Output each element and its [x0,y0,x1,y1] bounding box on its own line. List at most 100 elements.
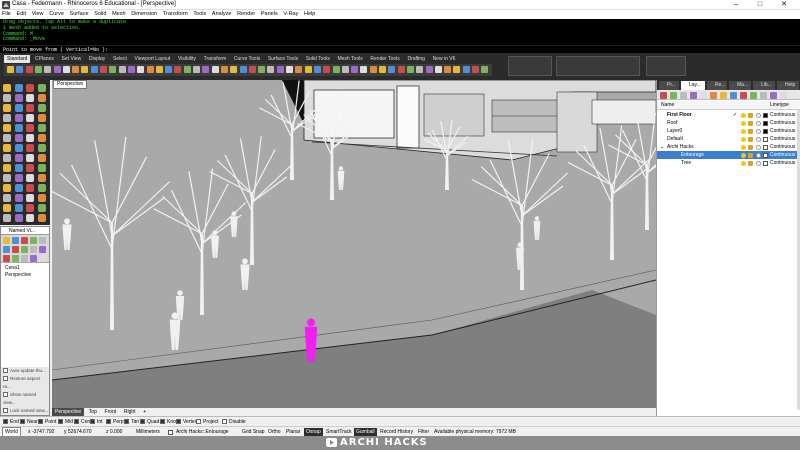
menu-mesh[interactable]: Mesh [110,10,127,19]
palette-tool-icon[interactable] [3,114,11,122]
toolbar-tool-icon[interactable] [193,66,200,73]
tab-perspective[interactable]: Perspective [52,408,85,416]
tab-render[interactable]: Re... [707,81,727,90]
layer-color-swatch[interactable] [763,112,768,118]
palette-tool-icon[interactable] [37,104,46,112]
checkbox[interactable] [3,376,8,382]
menu-file[interactable]: File [0,10,13,19]
tab-visibility[interactable]: Visibility [175,55,199,63]
palette-tool-icon[interactable] [3,184,11,192]
toggle-osnap[interactable]: Osnap [304,428,323,436]
tab-display[interactable]: Display [86,55,108,63]
lock-icon[interactable] [748,120,753,126]
tab-materials[interactable]: Ma... [729,81,751,90]
palette-tool-icon[interactable] [26,164,34,172]
palette-tool-icon[interactable] [3,144,11,152]
layer-tool-icon[interactable] [710,91,717,99]
layer-tool-icon[interactable] [720,91,727,99]
toolbar-tool-icon[interactable] [81,66,89,73]
osnap-cen[interactable]: Cen [74,418,90,426]
option-restore-aspect[interactable]: Restore aspect ra... [1,375,49,391]
tab-render-tools[interactable]: Render Tools [367,55,402,63]
lock-icon[interactable] [748,128,753,134]
palette-tool-icon[interactable] [37,94,46,102]
layer-tool-icon[interactable] [690,91,697,99]
toolbar-tool-icon[interactable] [165,66,173,73]
palette-tool-icon[interactable] [14,184,23,192]
tab-solid-tools[interactable]: Solid Tools [303,55,333,63]
toolbar-tool-icon[interactable] [7,66,14,73]
toolbar-tool-icon[interactable] [360,66,368,73]
named-view-tool-icon[interactable] [3,255,10,262]
palette-tool-icon[interactable] [26,184,34,192]
palette-tool-icon[interactable] [37,114,46,122]
layer-color-swatch[interactable] [763,136,768,142]
toolbar-tool-icon[interactable] [239,66,247,73]
palette-tool-icon[interactable] [26,134,34,142]
tab-help[interactable]: Help [777,81,799,90]
named-view-tool-icon[interactable] [39,237,46,244]
menu-dimension[interactable]: Dimension [129,10,159,19]
tab-top[interactable]: Top [86,408,100,416]
menu-vray[interactable]: V-Ray [281,10,300,19]
toolbar-tool-icon[interactable] [62,66,70,73]
material-swatch[interactable] [756,128,761,134]
checkbox[interactable] [3,419,8,425]
expand-chevron-icon[interactable]: ⌄ [660,143,664,151]
visibility-bulb-icon[interactable] [741,112,746,118]
toolbar-tool-icon[interactable] [34,66,42,73]
palette-tool-icon[interactable] [26,154,34,162]
palette-tool-icon[interactable] [26,214,34,222]
material-swatch[interactable] [756,112,761,118]
toolbar-tool-icon[interactable] [453,66,461,73]
material-swatch[interactable] [756,152,761,158]
add-viewport-tab-icon[interactable]: + [140,408,149,416]
toolbar-tool-icon[interactable] [313,66,321,73]
toolbar-tool-icon[interactable] [258,66,266,73]
layer-tool-icon[interactable] [670,91,677,99]
tab-transform[interactable]: Transform [201,55,230,63]
lock-icon[interactable] [748,152,753,158]
osnap-end[interactable]: End [3,418,19,426]
osnap-mid[interactable]: Mid [58,418,73,426]
layer-tool-icon[interactable] [780,91,787,99]
named-view-tool-icon[interactable] [21,255,28,262]
palette-tool-icon[interactable] [14,94,23,102]
toolbar-tool-icon[interactable] [397,66,405,73]
layer-linetype[interactable]: Continuous [770,119,795,127]
toolbar-tool-icon[interactable] [406,66,414,73]
palette-tool-icon[interactable] [14,164,23,172]
checkbox[interactable] [20,419,25,425]
osnap-quad[interactable]: Quad [140,418,159,426]
perspective-viewport[interactable]: Perspective [52,80,656,408]
toolbar-tool-icon[interactable] [295,66,303,73]
named-view-item[interactable]: Cena1 [5,265,45,272]
named-view-tool-icon[interactable] [3,237,10,244]
toolbar-tool-icon[interactable] [155,66,163,73]
checkbox[interactable] [74,419,79,425]
osnap-perp[interactable]: Perp [106,418,124,426]
palette-tool-icon[interactable] [3,194,11,202]
palette-tool-icon[interactable] [37,214,46,222]
toggle-planar[interactable]: Planar [286,428,300,436]
layer-tool-icon[interactable] [740,91,747,99]
layer-linetype[interactable]: Continuous [770,143,795,151]
menu-edit[interactable]: Edit [15,10,28,19]
toolbar-tool-icon[interactable] [341,66,349,73]
palette-tool-icon[interactable] [26,84,34,92]
palette-tool-icon[interactable] [3,164,11,172]
toolbar-tool-icon[interactable] [323,66,331,73]
visibility-bulb-icon[interactable] [741,160,746,166]
toolbar-tool-icon[interactable] [286,66,293,73]
palette-tool-icon[interactable] [3,154,11,162]
toolbar-tool-icon[interactable] [332,66,340,73]
palette-tool-icon[interactable] [14,204,23,212]
checkbox[interactable] [3,392,8,398]
layer-color-swatch[interactable] [763,160,768,166]
tab-viewport-layout[interactable]: Viewport Layout [132,55,174,63]
lock-icon[interactable] [748,136,753,142]
material-swatch[interactable] [756,144,761,150]
named-view-tool-icon[interactable] [30,246,37,253]
tab-drafting[interactable]: Drafting [404,55,428,63]
toolbar-tool-icon[interactable] [146,66,154,73]
